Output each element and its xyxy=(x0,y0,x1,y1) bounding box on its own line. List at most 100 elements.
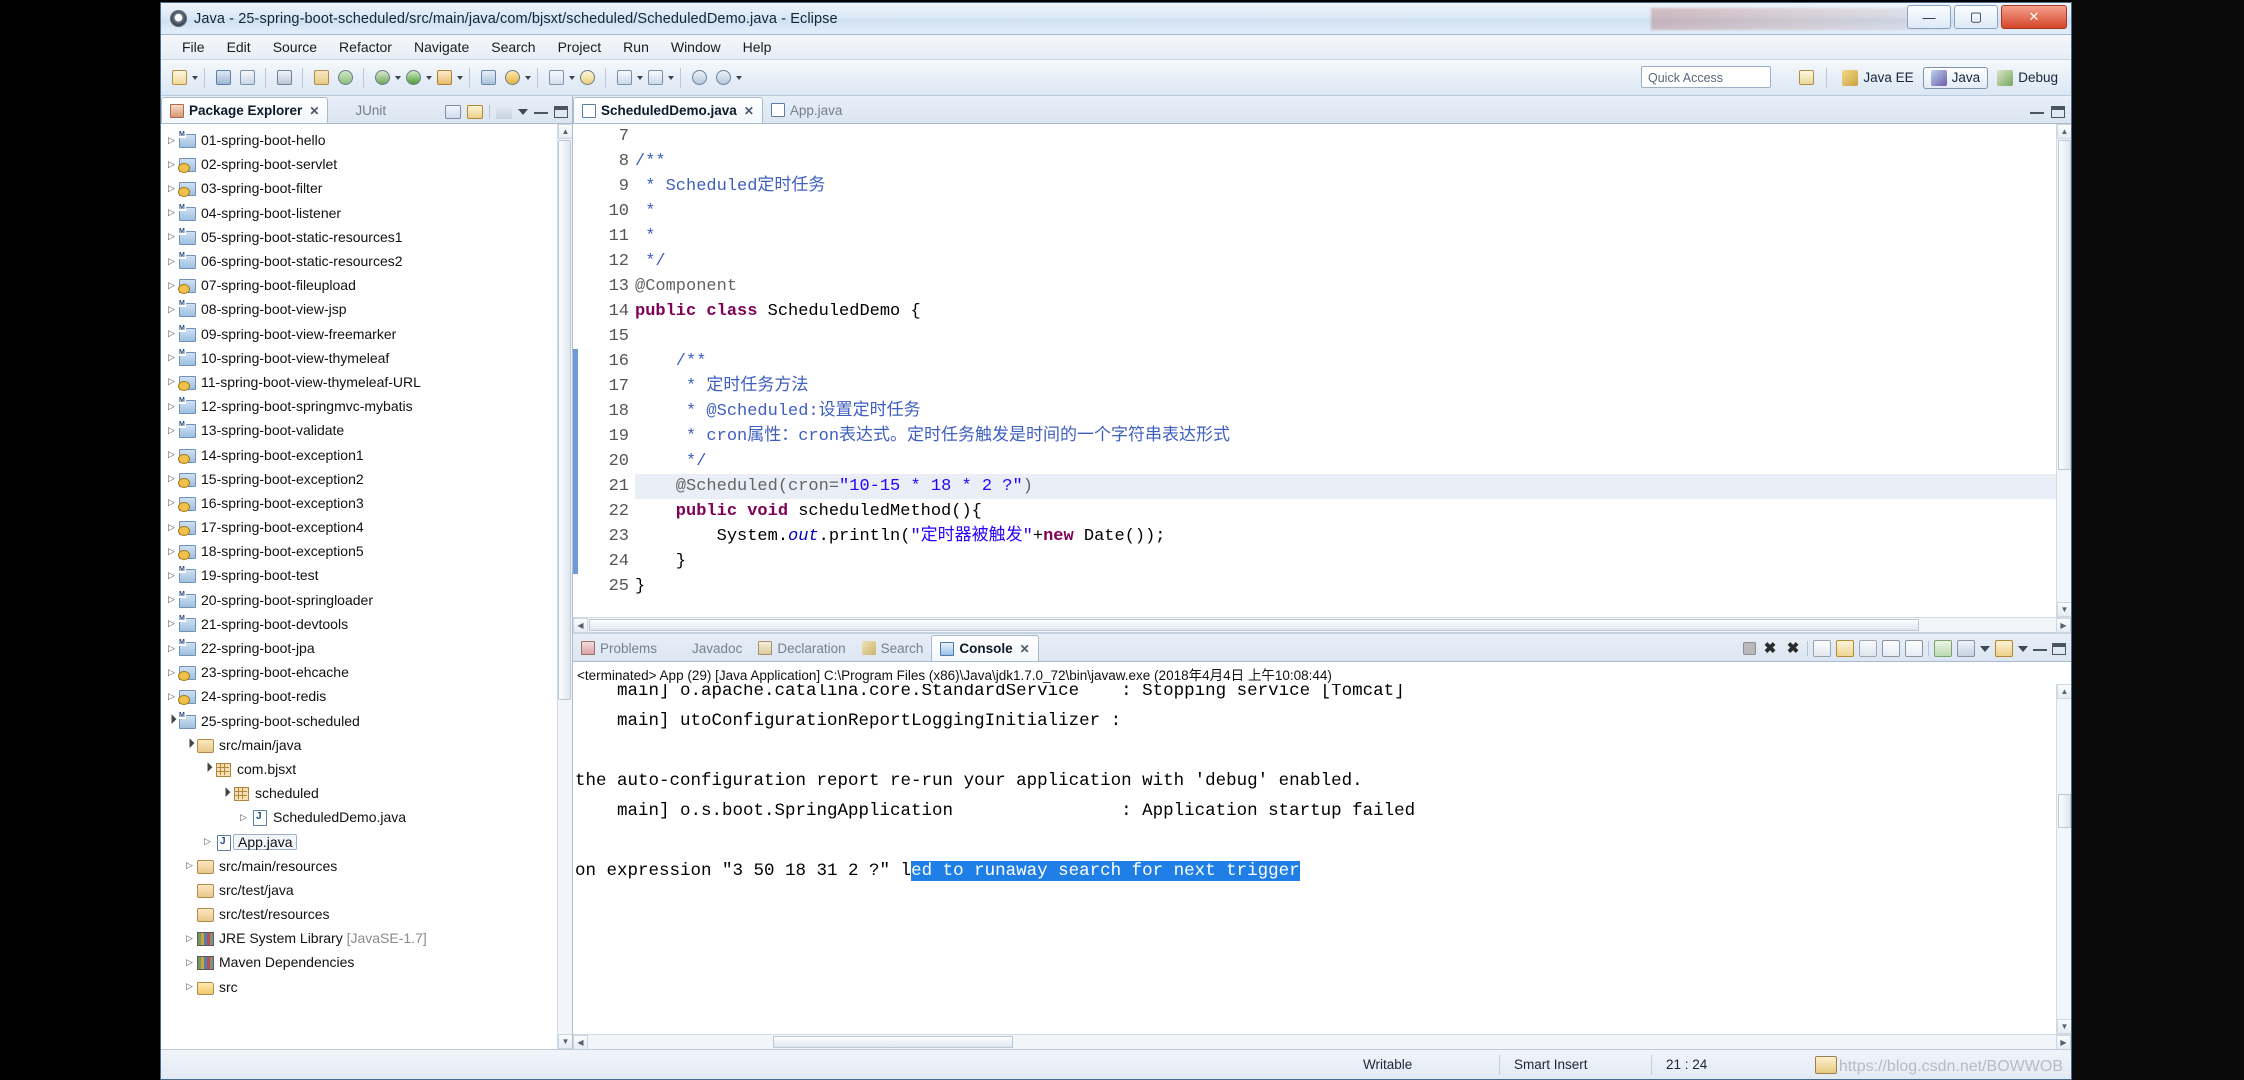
tree-item[interactable]: 19-spring-boot-test xyxy=(161,563,572,587)
expand-arrow-icon[interactable] xyxy=(165,546,178,557)
console-tab-declaration[interactable]: Declaration xyxy=(750,635,853,661)
status-smart-insert-icon[interactable] xyxy=(1815,1055,1837,1074)
scrollbar-thumb[interactable] xyxy=(2058,140,2071,470)
tree-item[interactable]: src/test/java xyxy=(161,878,572,902)
open-type-dropdown-icon[interactable] xyxy=(569,75,575,80)
expand-arrow-icon[interactable] xyxy=(165,497,178,508)
maximize-view-icon[interactable] xyxy=(554,106,568,118)
expand-arrow-icon[interactable] xyxy=(165,449,178,460)
show-console-on-error-icon[interactable] xyxy=(1905,640,1923,657)
tree-item[interactable]: 02-spring-boot-servlet xyxy=(161,152,572,176)
tree-item[interactable]: 06-spring-boot-static-resources2 xyxy=(161,249,572,273)
debug-button[interactable] xyxy=(371,67,393,89)
scroll-left-icon[interactable]: ◀ xyxy=(573,1035,588,1050)
close-tab-icon[interactable]: ✕ xyxy=(1020,642,1030,656)
expand-arrow-icon[interactable] xyxy=(183,981,196,992)
menu-navigate[interactable]: Navigate xyxy=(403,37,480,57)
tree-item[interactable]: 16-spring-boot-exception3 xyxy=(161,491,572,515)
perspective-debug[interactable]: Debug xyxy=(1990,68,2065,88)
tree-item[interactable]: 18-spring-boot-exception5 xyxy=(161,539,572,563)
expand-arrow-icon[interactable] xyxy=(183,957,196,968)
tree-item[interactable]: src xyxy=(161,975,572,999)
explorer-vertical-scrollbar[interactable]: ▲ ▼ xyxy=(557,124,572,1049)
expand-arrow-icon[interactable] xyxy=(165,328,178,339)
code-line[interactable]: * 定时任务方法 xyxy=(635,374,2071,399)
external-tools-button[interactable] xyxy=(433,67,455,89)
explorer-tab-junit[interactable]: JUnit xyxy=(328,97,394,123)
tree-item[interactable]: 13-spring-boot-validate xyxy=(161,418,572,442)
code-editor[interactable]: 7 8 9 10 11 12 13 14 15 16 17 18 19 20 21 22 23 24 25 /** … xyxy=(573,124,2071,617)
console-tab-console[interactable]: Console ✕ xyxy=(931,635,1039,661)
tree-item[interactable]: JRE System Library [JavaSE-1.7] xyxy=(161,926,572,950)
menu-refactor[interactable]: Refactor xyxy=(328,37,403,57)
open-perspective-button[interactable] xyxy=(1795,67,1817,89)
editor-tab-app-java[interactable]: App.java xyxy=(763,97,851,123)
tree-item[interactable]: 10-spring-boot-view-thymeleaf xyxy=(161,346,572,370)
tree-item[interactable]: 23-spring-boot-ehcache xyxy=(161,660,572,684)
scrollbar-thumb[interactable] xyxy=(558,140,571,700)
tree-item[interactable]: 24-spring-boot-redis xyxy=(161,684,572,708)
close-tab-icon[interactable]: ✕ xyxy=(309,104,319,118)
tree-item[interactable]: App.java xyxy=(161,829,572,853)
code-line[interactable]: public void scheduledMethod(){ xyxy=(635,499,2071,524)
minimize-button[interactable]: — xyxy=(1907,5,1951,29)
menu-search[interactable]: Search xyxy=(480,37,546,57)
tree-item[interactable]: src/test/resources xyxy=(161,902,572,926)
collapse-arrow-icon[interactable] xyxy=(183,739,196,750)
code-line[interactable] xyxy=(635,124,2071,149)
tree-item[interactable]: 03-spring-boot-filter xyxy=(161,176,572,200)
tree-item[interactable]: 12-spring-boot-springmvc-mybatis xyxy=(161,394,572,418)
expand-arrow-icon[interactable] xyxy=(201,836,214,847)
minimize-view-icon[interactable] xyxy=(534,110,548,114)
tree-item[interactable]: ScheduledDemo.java xyxy=(161,805,572,829)
expand-arrow-icon[interactable] xyxy=(165,256,178,267)
save-button[interactable] xyxy=(212,67,234,89)
run-dropdown-icon[interactable] xyxy=(426,75,432,80)
console-tab-javadoc[interactable]: Javadoc xyxy=(665,635,750,661)
pin-console-icon[interactable] xyxy=(1934,640,1952,657)
tree-item[interactable]: 05-spring-boot-static-resources1 xyxy=(161,225,572,249)
tree-item[interactable]: 07-spring-boot-fileupload xyxy=(161,273,572,297)
code-line[interactable]: @Scheduled(cron="10-15 * 18 * 2 ?") xyxy=(635,474,2071,499)
external-tools-dropdown-icon[interactable] xyxy=(457,75,463,80)
code-line[interactable]: } xyxy=(635,549,2071,574)
remove-launch-icon[interactable]: ✖ xyxy=(1761,640,1779,657)
scroll-right-icon[interactable]: ▶ xyxy=(2056,618,2071,633)
coverage-button[interactable] xyxy=(501,67,523,89)
code-line[interactable]: } xyxy=(635,574,2071,599)
new-wizard-dropdown-icon[interactable] xyxy=(192,75,198,80)
tree-item[interactable]: 08-spring-boot-view-jsp xyxy=(161,297,572,321)
console-tab-problems[interactable]: Problems xyxy=(573,635,665,661)
coverage-dropdown-icon[interactable] xyxy=(525,75,531,80)
scroll-up-icon[interactable]: ▲ xyxy=(2057,124,2071,139)
menu-file[interactable]: File xyxy=(171,37,216,57)
remove-all-launches-icon[interactable]: ✖ xyxy=(1784,640,1802,657)
code-line[interactable]: System.out.println("定时器被触发"+new Date()); xyxy=(635,524,2071,549)
forward-dropdown-icon[interactable] xyxy=(736,75,742,80)
scroll-down-icon[interactable]: ▼ xyxy=(558,1034,572,1049)
expand-arrow-icon[interactable] xyxy=(165,159,178,170)
collapse-arrow-icon[interactable] xyxy=(201,763,214,774)
editor-horizontal-scrollbar[interactable]: ◀ ▶ xyxy=(573,617,2071,633)
expand-arrow-icon[interactable] xyxy=(165,667,178,678)
open-console-icon[interactable] xyxy=(1995,640,2013,657)
expand-arrow-icon[interactable] xyxy=(165,522,178,533)
new-server-button[interactable] xyxy=(477,67,499,89)
maximize-console-icon[interactable] xyxy=(2052,642,2066,655)
expand-arrow-icon[interactable] xyxy=(183,860,196,871)
editor-vertical-scrollbar[interactable]: ▲ ▼ xyxy=(2056,124,2071,617)
console-horizontal-scrollbar[interactable]: ◀ ▶ xyxy=(573,1034,2071,1050)
code-line[interactable]: */ xyxy=(635,449,2071,474)
code-line[interactable] xyxy=(635,324,2071,349)
show-console-on-output-icon[interactable] xyxy=(1882,640,1900,657)
code-line[interactable]: * xyxy=(635,224,2071,249)
tree-item[interactable]: 11-spring-boot-view-thymeleaf-URL xyxy=(161,370,572,394)
collapse-arrow-icon[interactable] xyxy=(165,715,178,726)
code-line[interactable]: * Scheduled定时任务 xyxy=(635,174,2071,199)
code-line[interactable]: * @Scheduled:设置定时任务 xyxy=(635,399,2071,424)
expand-arrow-icon[interactable] xyxy=(165,473,178,484)
scroll-up-icon[interactable]: ▲ xyxy=(558,124,572,139)
display-selected-console-icon[interactable] xyxy=(1957,640,1975,657)
expand-arrow-icon[interactable] xyxy=(165,618,178,629)
minimize-editor-icon[interactable] xyxy=(2030,110,2044,114)
